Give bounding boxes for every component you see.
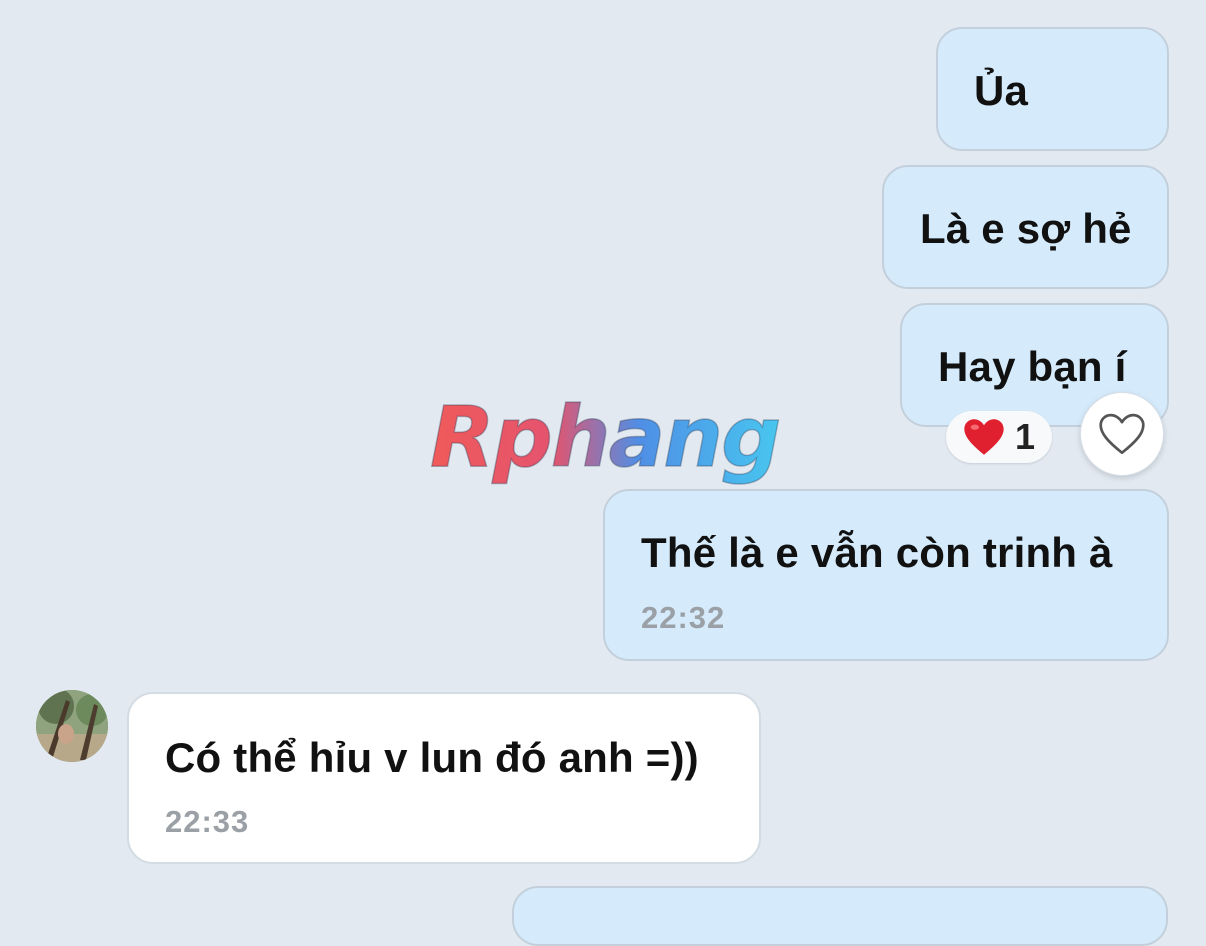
outgoing-message[interactable]: Là e sợ hẻ <box>882 165 1169 289</box>
svg-text:Rphang: Rphang <box>430 392 779 486</box>
message-timestamp: 22:33 <box>165 804 250 839</box>
message-text: Ủa <box>974 67 1029 114</box>
outgoing-message[interactable]: Thế là e vẫn còn trinh à 22:32 <box>603 489 1169 661</box>
message-text: Hay bạn í <box>938 343 1127 390</box>
message-text: Có thể hỉu v lun đó anh =)) <box>165 734 699 781</box>
reaction-count: 1 <box>1014 416 1036 457</box>
contact-avatar[interactable] <box>36 690 108 762</box>
incoming-message[interactable]: Có thể hỉu v lun đó anh =)) 22:33 <box>127 692 761 864</box>
heart-outline-icon <box>1099 413 1145 455</box>
message-text: Là e sợ hẻ <box>920 205 1132 252</box>
like-button[interactable] <box>1080 392 1164 476</box>
avatar-image <box>36 690 108 762</box>
watermark-logo: Rphang <box>429 392 782 487</box>
message-text: Thế là e vẫn còn trinh à <box>641 529 1113 576</box>
outgoing-message[interactable]: Ủa <box>936 27 1169 151</box>
red-heart-icon <box>964 419 1004 455</box>
message-timestamp: 22:32 <box>641 600 726 635</box>
next-message-bubble[interactable] <box>512 886 1168 946</box>
reaction-badge[interactable]: 1 <box>946 411 1052 463</box>
